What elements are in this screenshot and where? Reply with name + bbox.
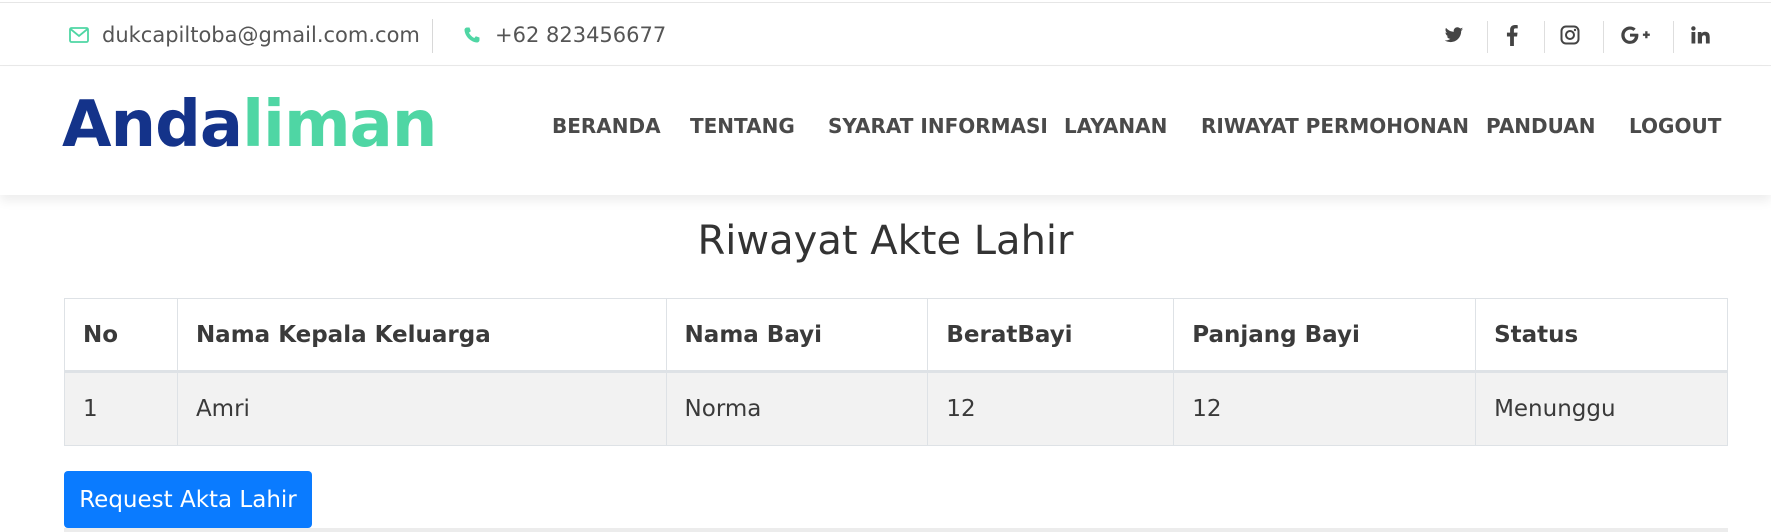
top-bar: dukcapiltoba@gmail.com.com +62 823456677 xyxy=(0,2,1771,66)
section-divider xyxy=(64,528,1728,532)
request-akta-lahir-button[interactable]: Request Akta Lahir xyxy=(64,471,312,528)
contact-phone[interactable]: +62 823456677 xyxy=(461,3,666,67)
column-header-panjang-bayi: Panjang Bayi xyxy=(1173,298,1477,373)
email-text: dukcapiltoba@gmail.com.com xyxy=(102,23,420,47)
cell-nama-bayi: Norma xyxy=(665,371,929,446)
cell-nama-kepala-keluarga: Amri xyxy=(176,371,667,446)
brand-logo-part1: Anda xyxy=(62,88,243,162)
phone-icon xyxy=(461,24,483,46)
column-header-status: Status xyxy=(1475,298,1728,373)
history-table: No Nama Kepala Keluarga Nama Bayi BeratB… xyxy=(64,298,1728,446)
linkedin-icon[interactable] xyxy=(1672,17,1728,53)
nav-riwayat-permohonan[interactable]: RIWAYAT PERMOHONAN xyxy=(1201,114,1469,138)
column-header-nama-bayi: Nama Bayi xyxy=(665,298,929,373)
site-header: Andaliman BERANDA TENTANG SYARAT INFORMA… xyxy=(0,67,1771,195)
nav-layanan[interactable]: LAYANAN xyxy=(1064,114,1167,138)
twitter-icon[interactable] xyxy=(1426,17,1482,53)
nav-syarat-informasi[interactable]: SYARAT INFORMASI xyxy=(828,114,1048,138)
contact-divider xyxy=(432,19,433,53)
brand-logo[interactable]: Andaliman xyxy=(62,93,437,157)
brand-logo-part2: liman xyxy=(242,88,437,162)
nav-logout[interactable]: LOGOUT xyxy=(1629,114,1721,138)
nav-panduan[interactable]: PANDUAN xyxy=(1486,114,1595,138)
cell-berat-bayi: 12 xyxy=(927,371,1175,446)
cell-no: 1 xyxy=(64,371,178,446)
facebook-icon[interactable] xyxy=(1484,17,1540,53)
nav-beranda[interactable]: BERANDA xyxy=(552,114,661,138)
column-header-no: No xyxy=(64,298,178,373)
contact-email[interactable]: dukcapiltoba@gmail.com.com xyxy=(68,3,420,67)
instagram-icon[interactable] xyxy=(1542,17,1598,53)
column-header-nama-kepala-keluarga: Nama Kepala Keluarga xyxy=(176,298,667,373)
nav-tentang[interactable]: TENTANG xyxy=(690,114,795,138)
page-title: Riwayat Akte Lahir xyxy=(697,218,1074,264)
envelope-icon xyxy=(68,24,90,46)
cell-panjang-bayi: 12 xyxy=(1173,371,1477,446)
table-row: 1 Amri Norma 12 12 Menunggu xyxy=(64,371,1728,446)
column-header-berat-bayi: BeratBayi xyxy=(927,298,1175,373)
phone-text: +62 823456677 xyxy=(495,23,667,47)
google-plus-icon[interactable] xyxy=(1608,17,1664,53)
social-divider xyxy=(1603,21,1604,53)
table-header-row: No Nama Kepala Keluarga Nama Bayi BeratB… xyxy=(64,298,1728,373)
cell-status: Menunggu xyxy=(1475,371,1728,446)
